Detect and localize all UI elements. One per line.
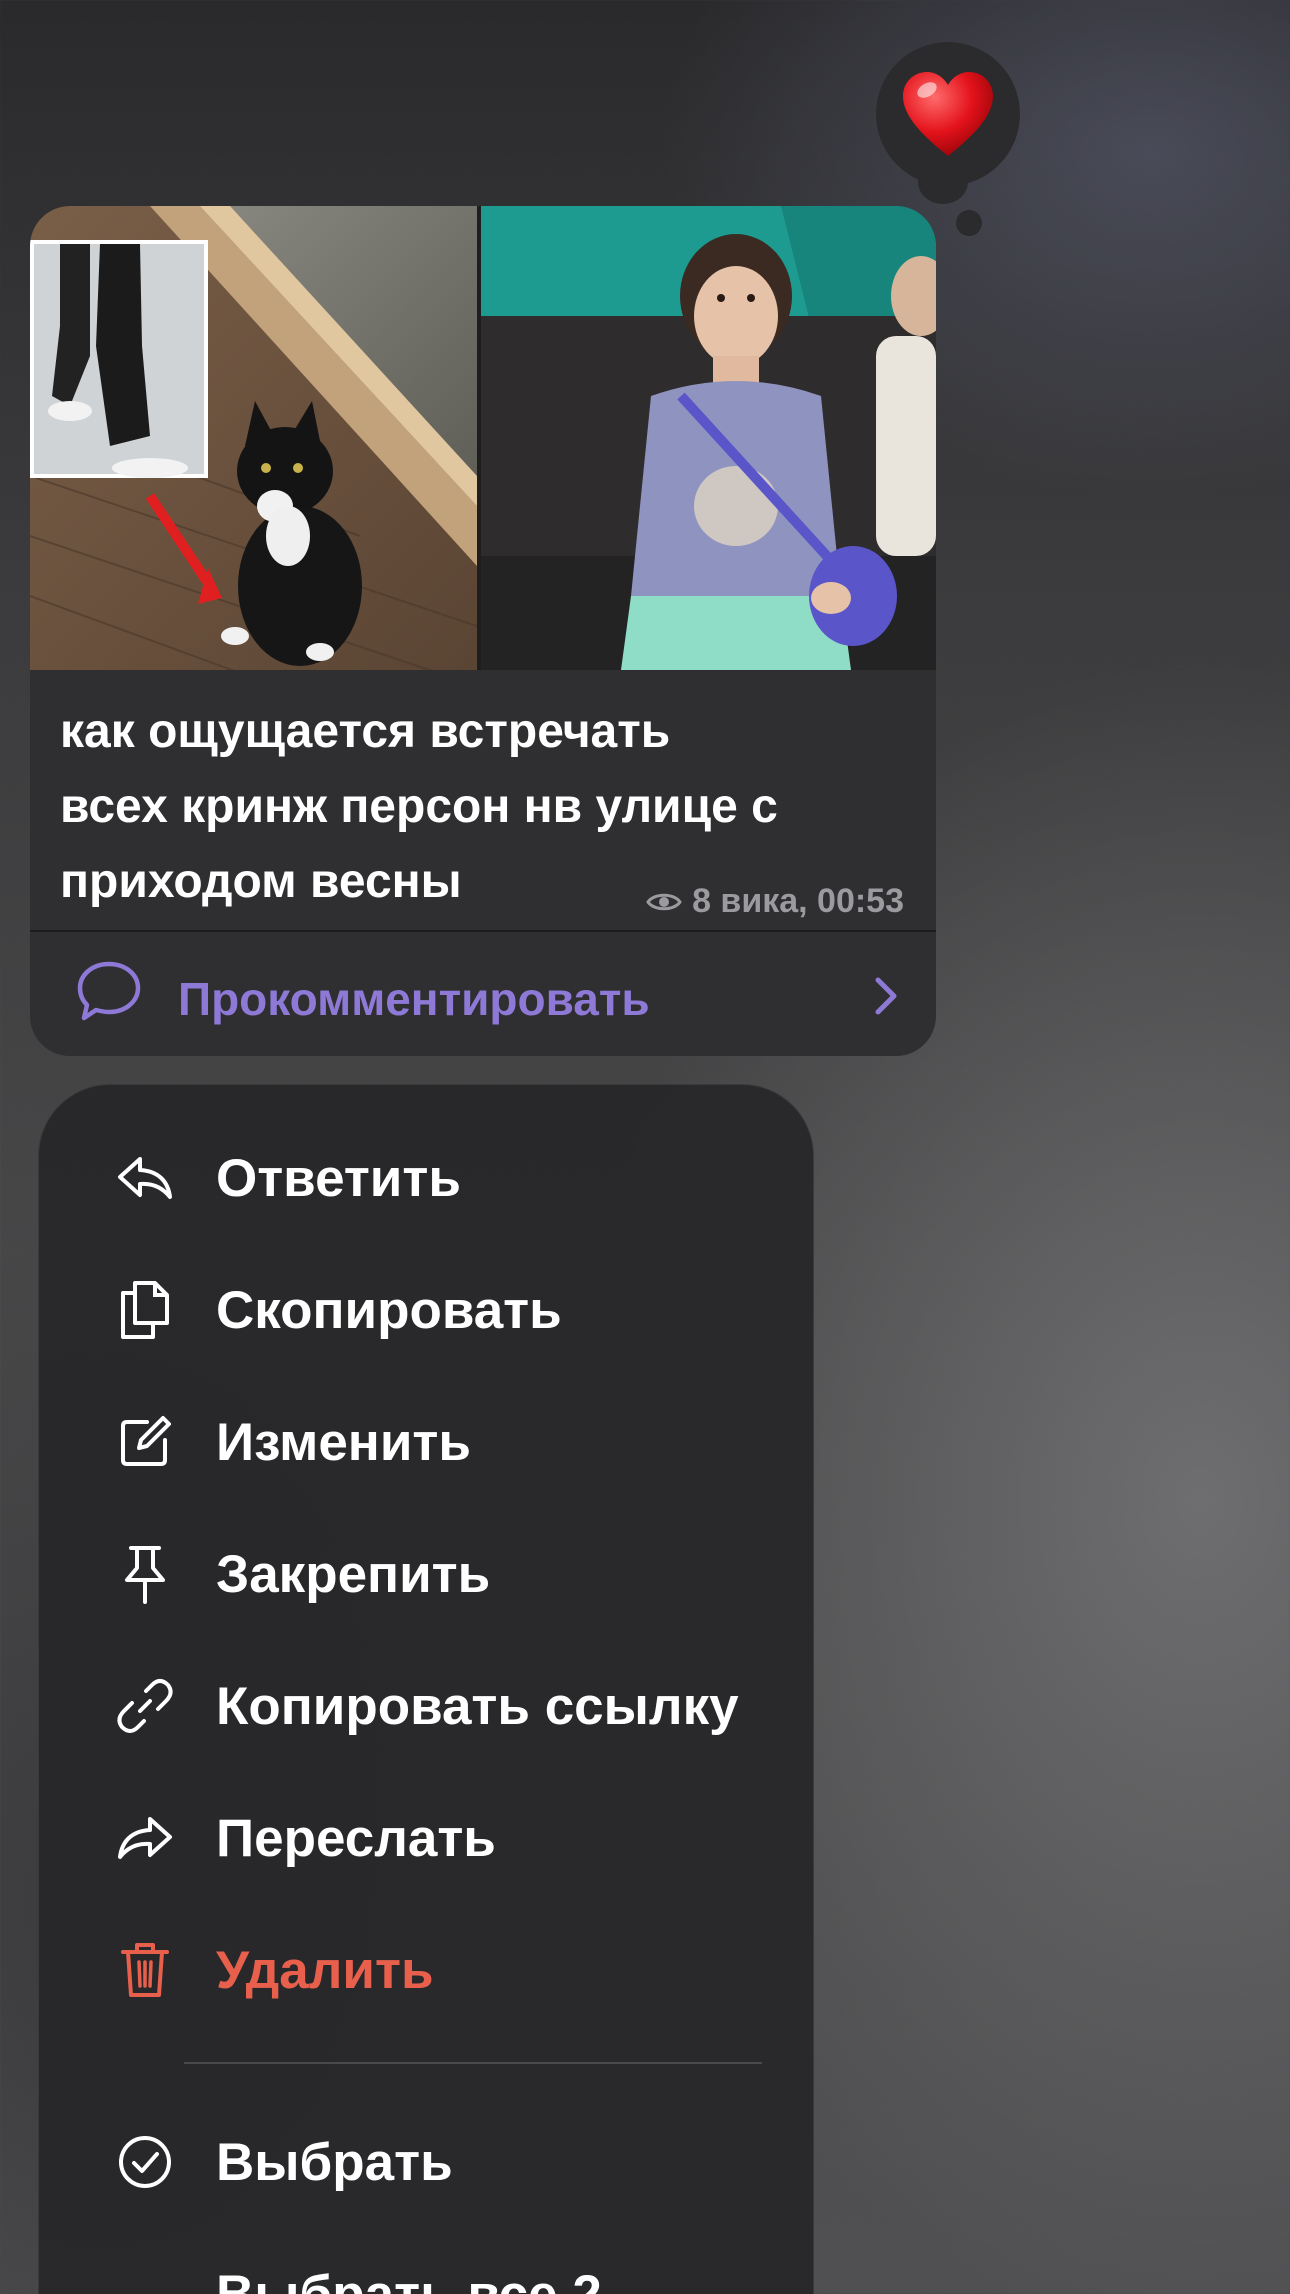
photo-cat[interactable] [30, 206, 477, 670]
check-circle-icon [112, 2129, 178, 2195]
chevron-right-icon [875, 977, 897, 1015]
menu-item-copy[interactable]: Скопировать [38, 1244, 814, 1376]
reply-icon [112, 1145, 178, 1211]
menu-label-reply: Ответить [216, 1148, 461, 1208]
message-meta: 8 вика, 00:53 [646, 882, 904, 921]
menu-item-pin[interactable]: Закрепить [38, 1508, 814, 1640]
menu-label-copy-link: Копировать ссылку [216, 1676, 739, 1736]
trash-icon [112, 1937, 178, 2003]
copy-icon [112, 1277, 178, 1343]
views-time: 8 вика, 00:53 [692, 882, 904, 920]
menu-item-select-all[interactable]: Выбрать все 2 [38, 2228, 814, 2294]
forward-icon [112, 1805, 178, 1871]
menu-label-select-all: Выбрать все 2 [216, 2264, 602, 2294]
menu-item-edit[interactable]: Изменить [38, 1376, 814, 1508]
link-icon [112, 1673, 178, 1739]
menu-separator [184, 2062, 762, 2064]
menu-item-reply[interactable]: Ответить [38, 1112, 814, 1244]
heart-icon [903, 72, 993, 156]
menu-item-forward[interactable]: Переслать [38, 1772, 814, 1904]
eye-icon [646, 893, 682, 910]
photo-girl[interactable] [481, 206, 936, 670]
menu-item-delete[interactable]: Удалить [38, 1904, 814, 2036]
comment-bubble-icon [77, 961, 141, 1021]
check-all-icon [112, 2261, 178, 2294]
menu-label-copy: Скопировать [216, 1280, 562, 1340]
menu-item-select[interactable]: Выбрать [38, 2096, 814, 2228]
media-album[interactable] [30, 206, 936, 670]
menu-item-copy-link[interactable]: Копировать ссылку [38, 1640, 814, 1772]
message-bubble[interactable]: как ощущается встречать всех кринж персо… [30, 206, 936, 1056]
comment-button[interactable]: Прокомментировать [30, 932, 936, 1056]
edit-icon [112, 1409, 178, 1475]
menu-label-delete: Удалить [216, 1940, 434, 2000]
menu-label-forward: Переслать [216, 1808, 496, 1868]
comment-label: Прокомментировать [178, 973, 650, 1025]
menu-label-select: Выбрать [216, 2132, 453, 2192]
menu-label-pin: Закрепить [216, 1544, 491, 1604]
pin-icon [112, 1541, 178, 1607]
menu-label-edit: Изменить [216, 1412, 471, 1472]
reaction-tail-dot [956, 210, 982, 236]
reaction-tail [918, 160, 968, 204]
